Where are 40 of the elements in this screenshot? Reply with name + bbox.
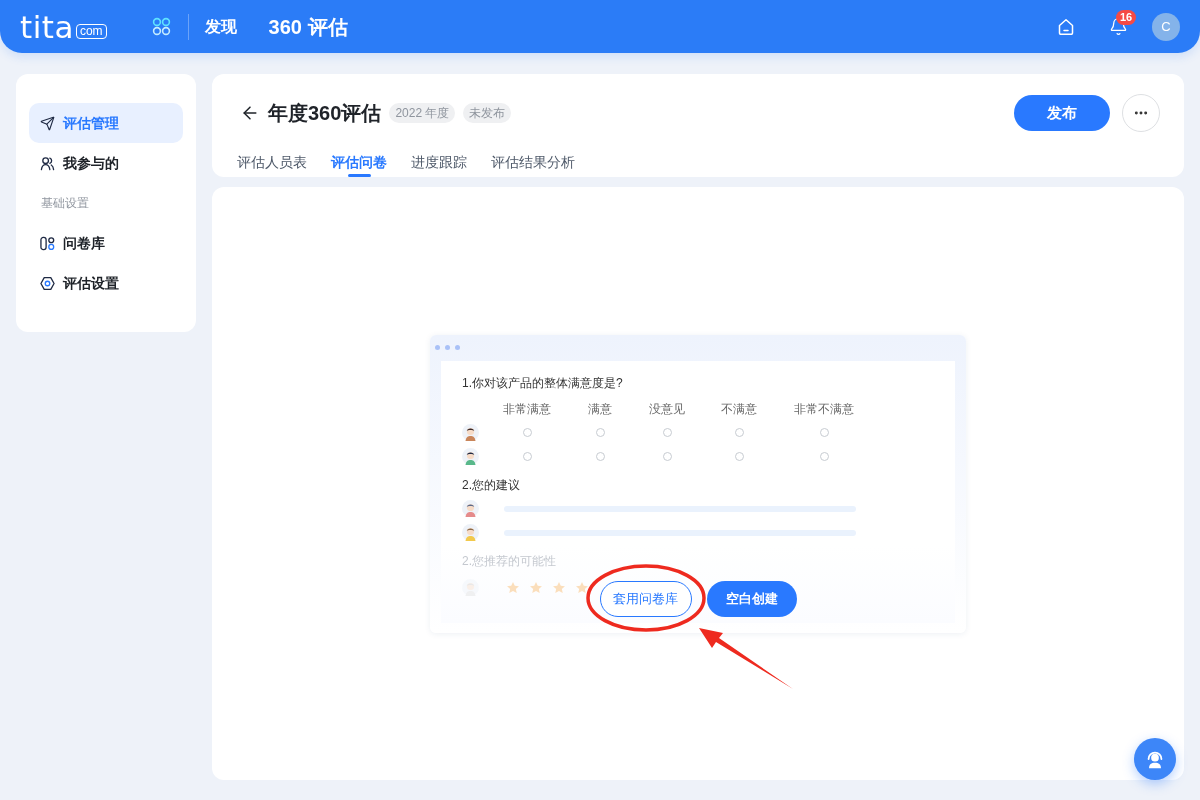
publish-button[interactable]: 发布 — [1014, 95, 1110, 131]
avatar-icon — [462, 448, 479, 465]
tab[interactable]: 评估问卷 — [331, 150, 387, 177]
star-icon — [575, 580, 589, 595]
logo-wordmark: tita — [20, 10, 74, 43]
column-header: 非常满意 — [503, 400, 551, 418]
star-icon — [529, 580, 543, 595]
page-title: 年度360评估 — [268, 101, 382, 126]
logo-suffix: com — [75, 23, 107, 39]
sidebar-item[interactable]: 问卷库 — [29, 223, 183, 263]
question-title: 1.你对该产品的整体满意度是? — [462, 374, 623, 392]
tag: 2022 年度 — [389, 103, 456, 123]
app-title: 360 评估 — [268, 14, 348, 40]
tab[interactable]: 评估结果分析 — [491, 150, 575, 177]
people-icon — [40, 155, 55, 171]
notification-badge: 16 — [1116, 9, 1137, 25]
tab[interactable]: 评估人员表 — [237, 150, 307, 177]
column-header: 不满意 — [721, 400, 757, 418]
star-icon — [552, 580, 566, 595]
avatar-icon — [462, 500, 479, 517]
paper-plane-icon — [40, 115, 55, 131]
avatar-button[interactable]: C — [1152, 12, 1180, 41]
section-label: 基础设置 — [41, 195, 89, 212]
avatar-icon — [462, 524, 479, 541]
apps-icon[interactable] — [151, 17, 171, 36]
home-icon[interactable] — [1056, 16, 1076, 37]
avatar-icon — [462, 424, 479, 441]
tab[interactable]: 进度跟踪 — [411, 150, 467, 177]
tag: 未发布 — [463, 103, 512, 123]
sidebar-item[interactable]: 评估管理 — [29, 103, 183, 143]
settings-icon — [40, 275, 55, 291]
nav-link[interactable]: 发现 — [204, 14, 237, 39]
column-header: 非常不满意 — [794, 400, 854, 418]
sidebar-item[interactable]: 评估设置 — [29, 263, 183, 303]
column-header: 满意 — [588, 400, 612, 418]
column-header: 没意见 — [649, 400, 685, 418]
question-title: 2.您的建议 — [462, 476, 520, 494]
star-icon — [506, 580, 520, 595]
blocks-icon — [40, 235, 55, 251]
sidebar-item[interactable]: 我参与的 — [29, 143, 183, 183]
